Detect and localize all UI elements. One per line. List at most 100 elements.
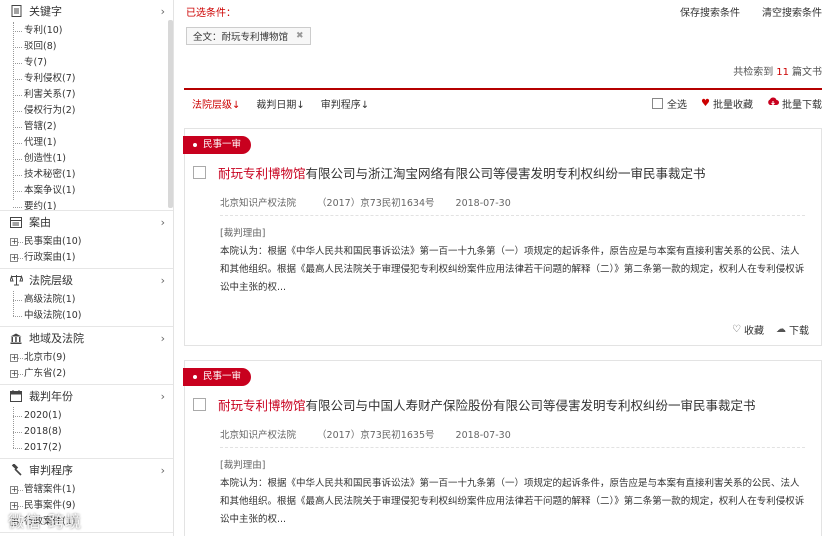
favorite-button[interactable]: ♡ 收藏 — [732, 322, 764, 337]
facet-title: 关键字 — [29, 5, 62, 18]
judge-date: 2018-07-30 — [455, 198, 511, 209]
facet-header-procedure[interactable]: 审判程序 › — [0, 459, 173, 481]
select-all-label: 全选 — [667, 99, 688, 111]
dot-icon — [193, 374, 197, 379]
sort-procedure[interactable]: 审判程序↓ — [321, 96, 369, 111]
expand-icon[interactable]: + — [10, 238, 18, 246]
facet-item[interactable]: 专(7) — [12, 55, 173, 71]
batch-favorite-button[interactable]: ♥ 批量收藏 — [701, 96, 753, 111]
facet-item[interactable]: 利害关系(7) — [12, 87, 173, 103]
condition-chip: 全文：耐玩专利博物馆 ✖ — [186, 27, 311, 45]
facet-item[interactable]: + 广东省(2) — [10, 366, 173, 382]
facet-item[interactable]: 专利(10) — [12, 23, 173, 39]
facet-item[interactable]: + 北京市(9) — [10, 350, 173, 366]
save-search-button[interactable]: 保存搜索条件 — [680, 4, 740, 19]
case-type-tag: 民事一审 — [183, 136, 252, 154]
facet-item[interactable]: 中级法院(10) — [12, 308, 173, 324]
select-all-checkbox[interactable] — [652, 97, 664, 109]
facet-item[interactable]: 本案争议(1) — [12, 183, 173, 199]
close-icon[interactable]: ✖ — [296, 31, 304, 41]
facet-item[interactable]: 2017(2) — [12, 440, 173, 456]
result-actions: ♡ 收藏 ☁ 下载 — [720, 322, 809, 337]
reason-text: 本院认为：根据《中华人民共和国民事诉讼法》第一百一十九条第（一）项规定的起诉条件… — [220, 246, 805, 293]
chevron-right-icon[interactable]: › — [161, 332, 165, 345]
title-text[interactable]: 有限公司与中国人寿财产保险股份有限公司等侵害发明专利权纠纷一审民事裁定书 — [306, 395, 756, 414]
sort-judge-date[interactable]: 裁判日期↓ — [256, 96, 304, 111]
chevron-right-icon[interactable]: › — [161, 390, 165, 403]
facet-item[interactable]: 2020(1) — [12, 408, 173, 424]
chevron-right-icon[interactable]: › — [161, 464, 165, 477]
facet-item[interactable]: 代理(1) — [12, 135, 173, 151]
facet-title: 法院层级 — [29, 274, 73, 287]
expand-icon[interactable]: + — [10, 254, 18, 262]
facet-item[interactable]: 驳回(8) — [12, 39, 173, 55]
facet-item[interactable]: 技术秘密(1) — [12, 167, 173, 183]
facet-tree: + 北京市(9) + 广东省(2) — [0, 349, 173, 384]
case-number: （2017）京73民初1635号 — [317, 430, 435, 441]
select-all[interactable]: 全选 — [652, 96, 687, 111]
facet-item[interactable]: + 民事案由(10) — [10, 234, 173, 250]
facet-item[interactable]: 侵权行为(2) — [12, 103, 173, 119]
facet-item[interactable]: 专利侵权(7) — [12, 71, 173, 87]
sidebar-scrollbar[interactable] — [168, 20, 173, 208]
scale-icon — [9, 273, 23, 287]
result-checkbox[interactable] — [193, 166, 206, 179]
selected-conditions-bar: 已选条件： 保存搜索条件 清空搜索条件 — [174, 0, 830, 22]
courthouse-icon — [9, 331, 23, 345]
sort-court-level[interactable]: 法院层级↓ — [192, 96, 240, 111]
count-suffix: 篇文书 — [792, 67, 822, 78]
result-card: 民事一审 耐玩专利博物馆 有限公司与浙江淘宝网络有限公司等侵害发明专利权纠纷一审民… — [183, 128, 822, 346]
condition-chips: 全文：耐玩专利博物馆 ✖ — [174, 22, 830, 48]
watermark: 微信·跨境 — [8, 512, 83, 531]
judge-date: 2018-07-30 — [455, 430, 511, 441]
facet-header-court-level[interactable]: 法院层级 › — [0, 269, 173, 291]
divider — [220, 215, 805, 216]
cloud-download-icon: ☁ — [776, 324, 786, 335]
facet-keywords: 关键字 › 专利(10) 驳回(8) 专(7) 专利侵权(7) 利害关系(7) … — [0, 0, 173, 211]
result-count: 共检索到 11 篇文书 — [174, 48, 830, 88]
filter-sidebar: 关键字 › 专利(10) 驳回(8) 专(7) 专利侵权(7) 利害关系(7) … — [0, 0, 174, 536]
clear-search-button[interactable]: 清空搜索条件 — [762, 4, 822, 19]
heart-icon: ♡ — [732, 324, 741, 335]
title-keyword[interactable]: 耐玩专利博物馆 — [218, 395, 306, 414]
result-checkbox[interactable] — [193, 398, 206, 411]
download-button[interactable]: ☁ 下载 — [776, 322, 809, 337]
chevron-right-icon[interactable]: › — [161, 5, 165, 18]
facet-item[interactable]: 2018(8) — [12, 424, 173, 440]
sort-toolbar: 法院层级↓ 裁判日期↓ 审判程序↓ 全选 ♥ 批量收藏 批量下载 — [174, 90, 830, 116]
result-title[interactable]: 耐玩专利博物馆 有限公司与浙江淘宝网络有限公司等侵害发明专利权纠纷一审民事裁定书 — [193, 163, 706, 182]
chevron-right-icon[interactable]: › — [161, 274, 165, 287]
title-keyword[interactable]: 耐玩专利博物馆 — [218, 163, 306, 182]
court-name: 北京知识产权法院 — [220, 430, 297, 441]
facet-tree: + 民事案由(10) + 行政案由(1) — [0, 233, 173, 268]
facet-region: 地域及法院 › + 北京市(9) + 广东省(2) — [0, 327, 173, 385]
chip-label: 全文：耐玩专利博物馆 — [193, 32, 289, 43]
result-title[interactable]: 耐玩专利博物馆 有限公司与中国人寿财产保险股份有限公司等侵害发明专利权纠纷一审民事… — [193, 395, 756, 414]
facet-tree: 专利(10) 驳回(8) 专(7) 专利侵权(7) 利害关系(7) 侵权行为(2… — [0, 22, 173, 210]
result-card: 民事一审 耐玩专利博物馆 有限公司与中国人寿财产保险股份有限公司等侵害发明专利权纠… — [183, 360, 822, 536]
reason-text: 本院认为：根据《中华人民共和国民事诉讼法》第一百一十九条第（一）项规定的起诉条件… — [220, 478, 805, 525]
facet-title: 审判程序 — [29, 464, 73, 477]
facet-item[interactable]: + 管辖案件(1) — [10, 482, 173, 498]
count-prefix: 共检索到 — [733, 67, 774, 78]
court-name: 北京知识产权法院 — [220, 198, 297, 209]
reason-label: [裁判理由] — [220, 228, 266, 239]
dot-icon — [193, 142, 197, 147]
facet-item[interactable]: 高级法院(1) — [12, 292, 173, 308]
facet-title: 案由 — [29, 216, 51, 229]
title-text[interactable]: 有限公司与浙江淘宝网络有限公司等侵害发明专利权纠纷一审民事裁定书 — [306, 163, 706, 182]
batch-download-button[interactable]: 批量下载 — [767, 96, 822, 111]
expand-icon[interactable]: + — [10, 354, 18, 362]
facet-header-year[interactable]: 裁判年份 › — [0, 385, 173, 407]
facet-header-cause[interactable]: 案由 › — [0, 211, 173, 233]
facet-item[interactable]: 要约(1) — [12, 199, 173, 210]
facet-header-region[interactable]: 地域及法院 › — [0, 327, 173, 349]
chevron-right-icon[interactable]: › — [161, 216, 165, 229]
facet-item[interactable]: 创造性(1) — [12, 151, 173, 167]
facet-item[interactable]: 管辖(2) — [12, 119, 173, 135]
facet-item[interactable]: + 行政案由(1) — [10, 250, 173, 266]
expand-icon[interactable]: + — [10, 486, 18, 494]
facet-header-keywords[interactable]: 关键字 › — [0, 0, 173, 22]
expand-icon[interactable]: + — [10, 370, 18, 378]
reason-label: [裁判理由] — [220, 460, 266, 471]
